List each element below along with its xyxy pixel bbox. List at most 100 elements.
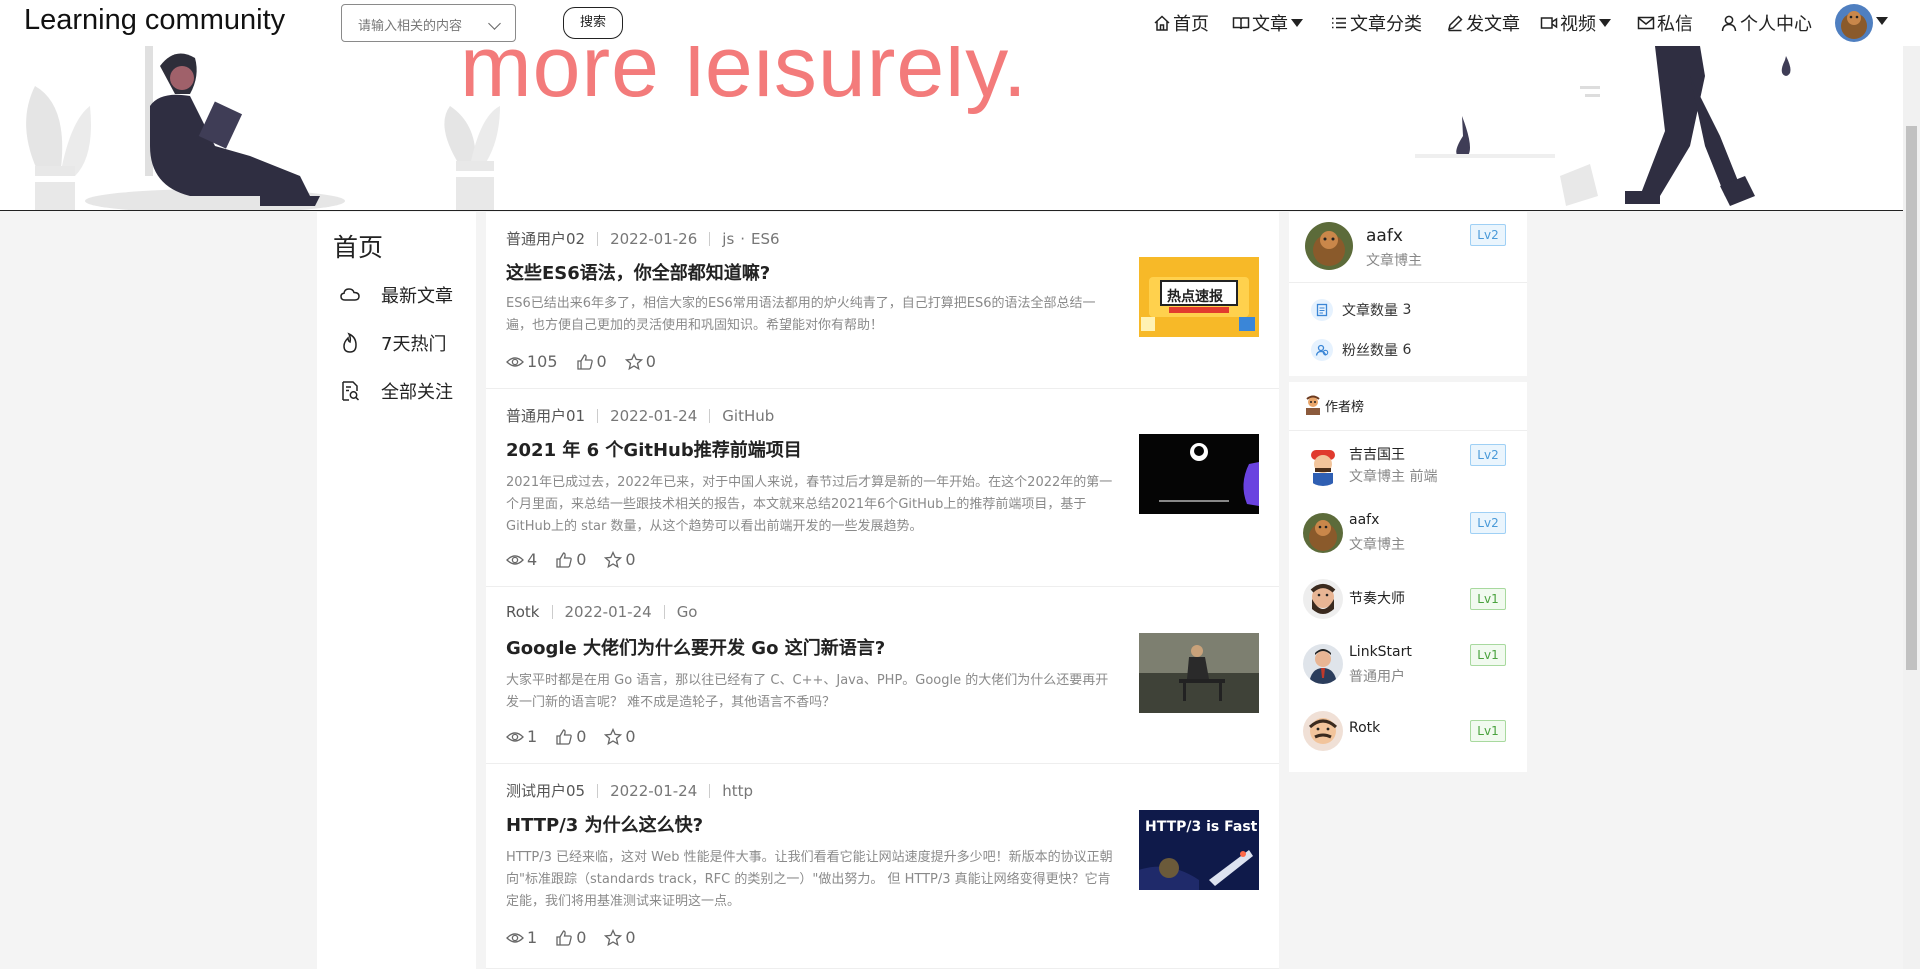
home-icon [1154,15,1170,31]
article-stats: 1 0 0 [506,727,654,746]
thumbs-up-icon [556,551,572,568]
article-thumbnail[interactable]: 热点速报 [1139,257,1259,337]
thumbs-up-icon [556,929,572,946]
view-count: 1 [506,727,537,746]
favorite-button[interactable]: 0 [604,550,636,569]
menu-item-hot[interactable]: 7天热门 [339,330,446,356]
author-role: 文章博主 前端 [1349,469,1438,485]
page-scrollbar-thumb[interactable] [1906,126,1917,670]
search-button[interactable]: 搜索 [563,7,623,39]
profile-name[interactable]: aafx [1366,226,1403,246]
author-name[interactable]: 吉吉国王 [1349,444,1405,464]
nav-home[interactable]: 首页 [1153,10,1209,36]
article-count-label: 文章数量 [1342,303,1398,319]
author-name[interactable]: LinkStart [1349,644,1412,660]
article-tag[interactable]: Go [677,603,698,621]
search-placeholder: 请输入相关的内容 [358,19,463,34]
like-button[interactable]: 0 [555,727,586,746]
article-title[interactable]: 2021 年 6 个GitHub推荐前端项目 [506,436,802,462]
fans-count[interactable]: 粉丝数量 6 [1311,339,1411,361]
users-icon [1311,339,1333,361]
menu-item-label: 最新文章 [381,286,453,307]
fire-icon [343,332,357,353]
left-menu: 首页 最新文章 7天热门 全部关注 [317,212,476,969]
fans-value: 6 [1402,342,1412,358]
eye-icon [506,731,524,742]
nav-video[interactable]: 视频 [1540,10,1611,36]
article-title[interactable]: HTTP/3 为什么这么快? [506,811,703,837]
author-rank-title: 作者榜 [1325,399,1365,415]
nav-articles[interactable]: 文章 [1232,10,1303,36]
article-item[interactable]: Rotk 2022-01-24 Go Google 大佬们为什么要开发 Go 这… [486,587,1279,764]
article-tag[interactable]: http [722,782,753,800]
avatar[interactable] [1303,644,1343,684]
menu-item-following[interactable]: 全部关注 [339,378,453,404]
article-list: 普通用户02 2022-01-26 jsES6 这些ES6语法，你全部都知道嘛?… [486,212,1279,969]
mail-icon [1637,16,1655,30]
article-item[interactable]: 普通用户02 2022-01-26 jsES6 这些ES6语法，你全部都知道嘛?… [486,212,1279,389]
view-count: 105 [506,352,558,371]
nav-profile-label: 个人中心 [1740,14,1812,35]
article-tag[interactable]: GitHub [722,407,774,425]
like-button[interactable]: 0 [576,352,607,371]
favorite-button[interactable]: 0 [604,727,636,746]
nav-write[interactable]: 发文章 [1446,10,1520,36]
level-badge: Lv1 [1470,720,1506,742]
star-icon [604,928,623,946]
article-author[interactable]: 普通用户02 [506,228,585,249]
left-menu-title: 首页 [333,233,384,262]
article-thumbnail[interactable]: HTTP/3 is Fast [1139,810,1259,890]
eye-icon [506,356,524,367]
thumbnail-caption: 热点速报 [1167,289,1223,305]
author-name[interactable]: 节奏大师 [1349,588,1405,608]
article-thumbnail[interactable] [1139,434,1259,514]
article-tag[interactable]: js [722,230,734,248]
thumbnail-caption: HTTP/3 is Fast [1145,819,1258,835]
search-input[interactable]: 请输入相关的内容 [341,4,516,42]
author-name[interactable]: Rotk [1349,720,1380,736]
author-name[interactable]: aafx [1349,512,1379,528]
article-tag[interactable]: ES6 [734,230,780,248]
site-brand[interactable]: Learning community [24,4,285,37]
eye-icon [506,932,524,943]
like-button[interactable]: 0 [555,550,586,569]
like-button[interactable]: 0 [555,928,586,947]
banner-slogan: more leisurely. [460,46,1028,115]
ranking-icon [1306,395,1320,415]
avatar[interactable] [1305,222,1353,270]
user-icon [1721,15,1737,32]
article-thumbnail[interactable] [1139,633,1259,713]
menu-item-latest[interactable]: 最新文章 [339,282,453,308]
menu-item-label: 全部关注 [381,382,453,403]
nav-profile[interactable]: 个人中心 [1720,10,1812,36]
article-item[interactable]: 测试用户05 2022-01-24 http HTTP/3 为什么这么快? HT… [486,764,1279,969]
article-author[interactable]: Rotk [506,603,540,621]
article-title[interactable]: Google 大佬们为什么要开发 Go 这门新语言? [506,634,885,660]
user-avatar[interactable] [1835,4,1873,42]
article-author[interactable]: 测试用户05 [506,780,585,801]
article-item[interactable]: 普通用户01 2022-01-24 GitHub 2021 年 6 个GitHu… [486,389,1279,587]
thumbs-up-icon [576,353,593,370]
avatar[interactable] [1303,711,1343,751]
article-author[interactable]: 普通用户01 [506,405,585,426]
article-stats: 4 0 0 [506,550,654,569]
menu-item-label: 7天热门 [381,334,447,355]
article-count[interactable]: 文章数量 3 [1311,299,1411,321]
avatar[interactable] [1303,513,1343,553]
author-rank-card: 作者榜 吉吉国王 文章博主 前端 Lv2 aafx 文章博主 Lv2 节奏大师 … [1289,382,1527,772]
author-role: 普通用户 [1349,669,1405,685]
article-title[interactable]: 这些ES6语法，你全部都知道嘛? [506,259,770,285]
avatar[interactable] [1303,579,1343,619]
nav-messages[interactable]: 私信 [1637,10,1693,36]
favorite-button[interactable]: 0 [624,352,656,371]
nav-categories[interactable]: 文章分类 [1330,10,1422,36]
level-badge: Lv2 [1470,224,1506,246]
list-icon [1332,17,1346,29]
pencil-icon [1447,15,1463,32]
avatar[interactable] [1303,446,1343,486]
article-meta: 普通用户01 2022-01-24 GitHub [506,405,774,426]
fans-label: 粉丝数量 [1342,343,1398,359]
caret-down-icon[interactable] [1876,17,1888,25]
favorite-button[interactable]: 0 [604,928,636,947]
article-date: 2022-01-24 [610,406,698,425]
